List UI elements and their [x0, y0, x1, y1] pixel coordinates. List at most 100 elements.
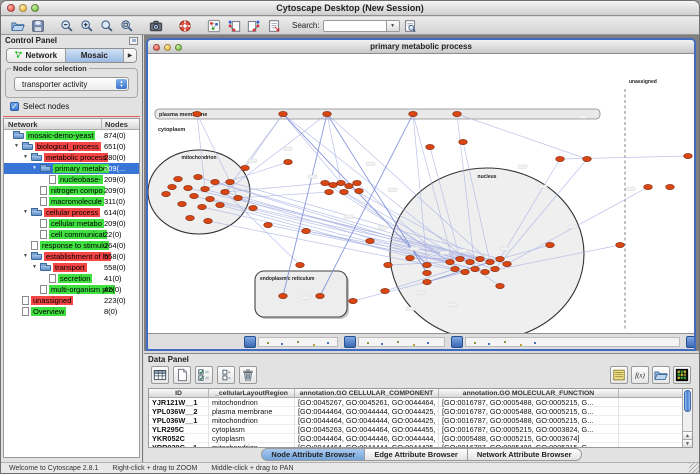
network-node[interactable] — [423, 279, 432, 284]
zoom-fit-icon[interactable] — [119, 18, 135, 34]
minimized-window-thumbnail[interactable] — [358, 337, 445, 347]
network-node[interactable] — [684, 153, 693, 158]
network-node[interactable] — [456, 256, 465, 261]
open-attributes-icon[interactable] — [652, 366, 670, 384]
network-node[interactable] — [491, 266, 500, 271]
tree-row-multi-organism-pro[interactable]: multi-organism pro42(0) — [4, 284, 139, 295]
frame-zoom-button[interactable] — [175, 44, 182, 51]
minimize-button[interactable] — [19, 4, 27, 12]
network-node[interactable] — [409, 111, 418, 116]
column-header-annotation-go-molecular-function[interactable]: annotation.GO MOLECULAR_FUNCTION — [439, 389, 619, 398]
network-node[interactable] — [325, 189, 334, 194]
network-node[interactable] — [174, 176, 183, 181]
table-scrollbar[interactable]: ▲ ▼ — [682, 389, 692, 447]
network-node[interactable] — [206, 196, 215, 201]
network-node[interactable] — [296, 262, 305, 267]
network-node[interactable] — [503, 261, 512, 266]
network-node[interactable] — [249, 205, 258, 210]
network-node[interactable] — [186, 215, 195, 220]
layout-apply-icon[interactable] — [246, 18, 262, 34]
import-attributes-icon[interactable] — [610, 366, 628, 384]
tab-mosaic[interactable]: Mosaic — [66, 49, 125, 62]
network-node[interactable] — [466, 259, 475, 264]
network-node[interactable] — [366, 238, 375, 243]
expand-arrow-icon[interactable]: ▼ — [14, 143, 19, 149]
expand-arrow-icon[interactable]: ▼ — [23, 209, 28, 215]
network-node[interactable] — [496, 256, 505, 261]
minimized-window-icon[interactable] — [686, 336, 696, 348]
network-node[interactable] — [644, 184, 653, 189]
column-header-annotation-go-cellular-component[interactable]: annotation.GO CELLULAR_COMPONENT — [295, 389, 439, 398]
network-node[interactable] — [381, 288, 390, 293]
delete-attribute-icon[interactable] — [239, 366, 257, 384]
network-node[interactable] — [355, 188, 364, 193]
network-node[interactable] — [459, 139, 468, 144]
network-node[interactable] — [284, 159, 293, 164]
vizmapper-icon[interactable] — [206, 18, 222, 34]
network-node[interactable] — [168, 184, 177, 189]
network-node[interactable] — [426, 144, 435, 149]
minimized-window-thumbnail[interactable] — [465, 337, 680, 347]
column-header-id[interactable]: ID — [149, 389, 209, 398]
network-node[interactable] — [583, 156, 592, 161]
tree-row-nucleobase-[interactable]: nucleobase-209(0) — [4, 174, 139, 185]
tree-row-secretion[interactable]: secretion41(0) — [4, 273, 139, 284]
tree-row-cell-communicat[interactable]: cell communicat22(0) — [4, 229, 139, 240]
network-node[interactable] — [453, 111, 462, 116]
network-node[interactable] — [193, 111, 202, 116]
network-node[interactable] — [302, 228, 311, 233]
network-edge[interactable] — [225, 114, 327, 192]
network-node[interactable] — [198, 204, 207, 209]
network-node[interactable] — [353, 180, 362, 185]
table-row[interactable]: YJR121W__1mitochondrion[GO:0045267, GO:0… — [149, 398, 692, 407]
network-node[interactable] — [221, 189, 230, 194]
network-node[interactable] — [476, 256, 485, 261]
search-dropdown-arrow[interactable]: ▼ — [387, 20, 400, 32]
minimized-window-icon[interactable] — [344, 336, 356, 348]
network-node[interactable] — [279, 111, 288, 116]
zoom-selected-icon[interactable] — [99, 18, 115, 34]
network-edge[interactable] — [283, 114, 327, 296]
zoom-in-icon[interactable] — [79, 18, 95, 34]
network-node[interactable] — [481, 269, 490, 274]
select-nodes-checkbox[interactable]: ✓ — [10, 102, 19, 111]
network-node[interactable] — [423, 270, 432, 275]
table-row[interactable]: YPL036W__2plasma membrane[GO:0044464, GO… — [149, 407, 692, 416]
region-nucleus[interactable] — [390, 168, 584, 335]
network-node[interactable] — [461, 269, 470, 274]
network-node[interactable] — [451, 266, 460, 271]
function-builder-icon[interactable]: f(x) — [631, 366, 649, 384]
minimized-window-icon[interactable] — [451, 336, 463, 348]
network-node[interactable] — [446, 259, 455, 264]
minimized-window-icon[interactable] — [244, 336, 256, 348]
tree-row-transport[interactable]: ▼transport558(0) — [4, 262, 139, 273]
network-node[interactable] — [546, 242, 555, 247]
frame-close-button[interactable] — [153, 44, 160, 51]
close-button[interactable] — [7, 4, 15, 12]
network-node[interactable] — [184, 185, 193, 190]
network-node[interactable] — [216, 202, 225, 207]
expand-arrow-icon[interactable]: ▼ — [32, 264, 37, 270]
table-row[interactable]: YKR052Ccytoplasm[GO:0044464, GO:0044446,… — [149, 434, 692, 443]
open-icon[interactable] — [10, 18, 26, 34]
network-node[interactable] — [323, 111, 332, 116]
tree-row-primary-metabo[interactable]: ▼primary metabo209(... — [4, 163, 139, 174]
heatmap-icon[interactable] — [673, 366, 691, 384]
region-plasma-membrane[interactable] — [155, 109, 600, 119]
network-node[interactable] — [201, 186, 210, 191]
network-node[interactable] — [241, 165, 250, 170]
snapshot-icon[interactable] — [148, 18, 164, 34]
network-node[interactable] — [666, 184, 675, 189]
network-graph[interactable]: plasma membranecytoplasmmitochondrionnuc… — [148, 55, 695, 335]
network-node[interactable] — [178, 201, 187, 206]
network-node[interactable] — [321, 180, 330, 185]
expand-arrow-icon[interactable]: ▼ — [23, 253, 28, 259]
network-node[interactable] — [204, 218, 213, 223]
network-node[interactable] — [349, 298, 358, 303]
scroll-down-icon[interactable]: ▼ — [683, 439, 692, 447]
network-node[interactable] — [340, 189, 349, 194]
network-node[interactable] — [406, 255, 415, 260]
network-node[interactable] — [496, 283, 505, 288]
new-attribute-icon[interactable] — [173, 366, 191, 384]
table-row[interactable]: YLR295Ccytoplasm[GO:0045263, GO:0044464,… — [149, 425, 692, 434]
